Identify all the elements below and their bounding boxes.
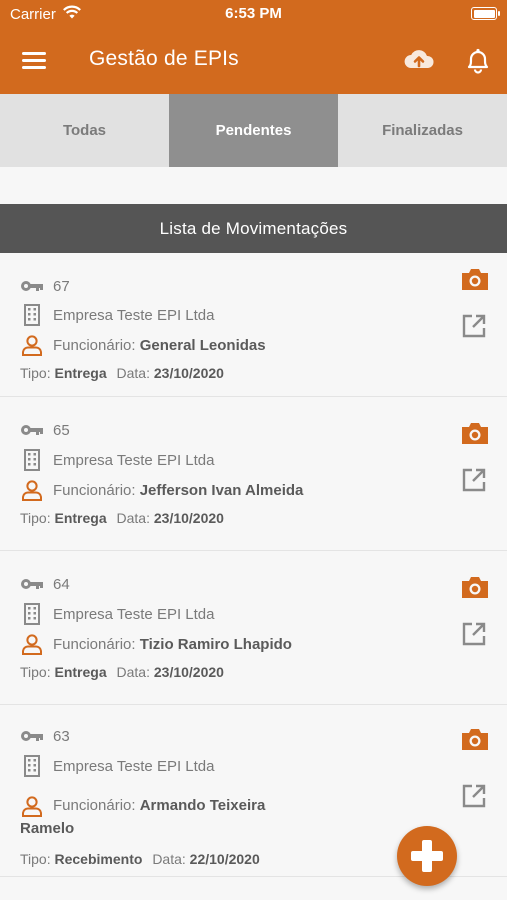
movement-type: Entrega	[54, 510, 107, 526]
type-date-row: Tipo: Entrega Data: 23/10/2020	[20, 664, 230, 680]
movement-date: 23/10/2020	[153, 365, 224, 381]
person-icon	[20, 479, 44, 501]
tab-pendentes[interactable]: Pendentes	[169, 94, 338, 167]
camera-icon[interactable]	[460, 420, 490, 446]
list-item[interactable]: 67 Empresa Teste EPI Ltda Funcionário: G…	[0, 253, 507, 397]
company-row: Empresa Teste EPI Ltda	[20, 755, 214, 777]
employee-row	[20, 795, 53, 817]
movements-list: 67 Empresa Teste EPI Ltda Funcionário: G…	[0, 253, 507, 877]
building-icon	[20, 603, 44, 625]
employee-name: General Leonidas	[139, 336, 266, 354]
item-id: 63	[53, 727, 70, 745]
app-header: Carrier 6:53 PM Gestão de EPIs	[0, 0, 507, 94]
movement-date: 23/10/2020	[153, 664, 224, 680]
camera-icon[interactable]	[460, 266, 490, 292]
type-date-row: Tipo: Entrega Data: 23/10/2020	[20, 365, 230, 381]
key-icon	[20, 419, 44, 441]
item-id-row: 64	[20, 573, 70, 595]
key-icon	[20, 275, 44, 297]
building-icon	[20, 449, 44, 471]
employee-name-line2: Ramelo	[20, 820, 75, 837]
person-icon	[20, 334, 44, 356]
company-name: Empresa Teste EPI Ltda	[53, 757, 215, 775]
company-row: Empresa Teste EPI Ltda	[20, 603, 214, 625]
type-date-row: Tipo: Recebimento Data: 22/10/2020	[20, 851, 266, 867]
external-link-icon[interactable]	[461, 467, 487, 493]
camera-icon[interactable]	[460, 574, 490, 600]
employee-row: Funcionário: Tizio Ramiro Lhapido	[20, 633, 292, 655]
company-name: Empresa Teste EPI Ltda	[53, 306, 215, 324]
type-date-row: Tipo: Entrega Data: 23/10/2020	[20, 510, 230, 526]
key-icon	[20, 725, 44, 747]
date-label: Data:	[152, 851, 186, 867]
employee-label: Funcionário:	[53, 481, 136, 499]
movement-type: Recebimento	[54, 851, 143, 867]
cloud-upload-icon[interactable]	[402, 44, 436, 76]
add-movement-button[interactable]	[397, 826, 457, 886]
type-label: Tipo:	[20, 365, 51, 381]
external-link-icon[interactable]	[461, 621, 487, 647]
person-icon	[20, 795, 44, 817]
list-item[interactable]: 65 Empresa Teste EPI Ltda Funcionário: J…	[0, 397, 507, 551]
item-id-row: 67	[20, 275, 70, 297]
type-label: Tipo:	[20, 664, 51, 680]
key-icon	[20, 573, 44, 595]
page-title: Gestão de EPIs	[89, 47, 239, 70]
item-id-row: 65	[20, 419, 70, 441]
employee-name: Jefferson Ivan Almeida	[139, 481, 304, 499]
company-name: Empresa Teste EPI Ltda	[53, 451, 215, 469]
movement-date: 22/10/2020	[189, 851, 260, 867]
person-icon	[20, 633, 44, 655]
date-label: Data:	[116, 365, 150, 381]
item-id-row: 63	[20, 725, 70, 747]
company-row: Empresa Teste EPI Ltda	[20, 449, 214, 471]
type-label: Tipo:	[20, 851, 51, 867]
employee-text-line2: Ramelo	[20, 817, 74, 840]
employee-row: Funcionário: Jefferson Ivan Almeida	[20, 479, 303, 501]
status-bar: Carrier 6:53 PM	[0, 0, 507, 28]
clock: 6:53 PM	[225, 5, 282, 22]
date-label: Data:	[116, 510, 150, 526]
employee-name: Armando Teixeira	[139, 797, 266, 814]
employee-label: Funcionário:	[53, 797, 136, 814]
list-item[interactable]: 64 Empresa Teste EPI Ltda Funcionário: T…	[0, 551, 507, 705]
item-id: 64	[53, 575, 70, 593]
movement-type: Entrega	[54, 365, 107, 381]
menu-icon	[22, 52, 46, 55]
date-label: Data:	[116, 664, 150, 680]
employee-label: Funcionário:	[53, 336, 136, 354]
employee-text: Funcionário: Armando Teixeira	[53, 794, 265, 817]
menu-button[interactable]	[22, 48, 48, 70]
company-row: Empresa Teste EPI Ltda	[20, 304, 214, 326]
external-link-icon[interactable]	[461, 313, 487, 339]
battery-icon	[471, 7, 500, 20]
external-link-icon[interactable]	[461, 783, 487, 809]
camera-icon[interactable]	[460, 726, 490, 752]
section-title: Lista de Movimentações	[0, 204, 507, 253]
item-id: 65	[53, 421, 70, 439]
movement-type: Entrega	[54, 664, 107, 680]
bell-icon[interactable]	[461, 44, 495, 76]
item-id: 67	[53, 277, 70, 295]
building-icon	[20, 304, 44, 326]
tab-todas[interactable]: Todas	[0, 94, 169, 167]
employee-name: Tizio Ramiro Lhapido	[139, 635, 292, 653]
type-label: Tipo:	[20, 510, 51, 526]
filter-tabs: Todas Pendentes Finalizadas	[0, 94, 507, 167]
movement-date: 23/10/2020	[153, 510, 224, 526]
building-icon	[20, 755, 44, 777]
company-name: Empresa Teste EPI Ltda	[53, 605, 215, 623]
employee-row: Funcionário: General Leonidas	[20, 334, 266, 356]
employee-label: Funcionário:	[53, 635, 136, 653]
tab-finalizadas[interactable]: Finalizadas	[338, 94, 507, 167]
